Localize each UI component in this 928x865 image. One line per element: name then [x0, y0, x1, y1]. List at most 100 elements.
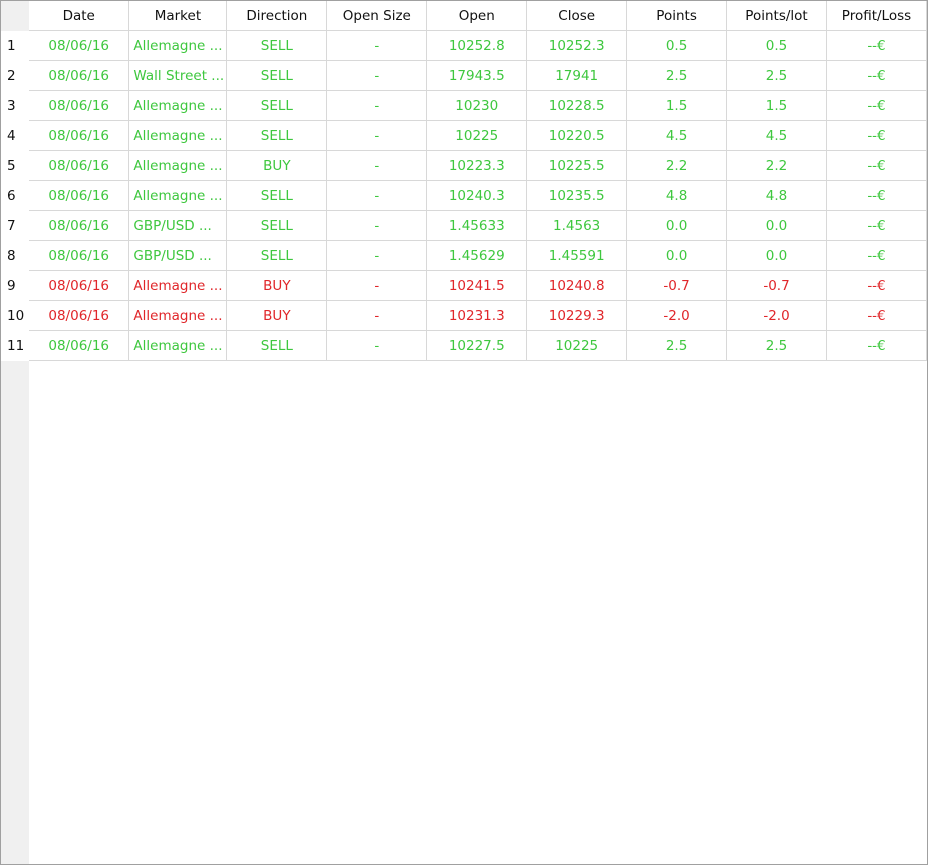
close-price-cell: 1.4563 — [526, 210, 628, 241]
market-cell: GBP/USD ... — [128, 240, 228, 271]
profit-loss-cell: --€ — [826, 120, 927, 151]
column-header-direction[interactable]: Direction — [226, 1, 328, 31]
row-number: 8 — [1, 240, 29, 271]
points-per-lot-cell: 0.5 — [726, 30, 827, 61]
direction-cell: SELL — [226, 210, 328, 241]
direction-cell: SELL — [226, 30, 328, 61]
direction-cell: BUY — [226, 270, 328, 301]
profit-loss-cell: --€ — [826, 150, 927, 181]
column-header-close[interactable]: Close — [526, 1, 628, 31]
table-row[interactable]: 9 08/06/16 Allemagne ... BUY -10241.5 10240.8… — [1, 270, 927, 301]
row-number: 3 — [1, 90, 29, 121]
points-cell: 0.0 — [626, 210, 728, 241]
points-per-lot-cell: 2.2 — [726, 150, 827, 181]
open-size-cell: - — [326, 240, 428, 271]
corner-cell — [1, 1, 29, 31]
market-cell: Allemagne ... — [128, 270, 228, 301]
table-row[interactable]: 6 08/06/16 Allemagne ... SELL -10240.3 10235.… — [1, 180, 927, 211]
market-cell: Allemagne ... — [128, 180, 228, 211]
table-row[interactable]: 10 08/06/16 Allemagne ... BUY -10231.3 10229.… — [1, 300, 927, 331]
row-number: 4 — [1, 120, 29, 151]
open-price-cell: 10227.5 — [426, 330, 528, 361]
close-price-cell: 10229.3 — [526, 300, 628, 331]
profit-loss-cell: --€ — [826, 30, 927, 61]
open-size-cell: - — [326, 180, 428, 211]
points-cell: 2.5 — [626, 330, 728, 361]
date-cell: 08/06/16 — [28, 150, 130, 181]
date-cell: 08/06/16 — [28, 210, 130, 241]
date-cell: 08/06/16 — [28, 90, 130, 121]
points-cell: -2.0 — [626, 300, 728, 331]
profit-loss-cell: --€ — [826, 240, 927, 271]
profit-loss-cell: --€ — [826, 270, 927, 301]
direction-cell: BUY — [226, 300, 328, 331]
points-cell: -0.7 — [626, 270, 728, 301]
table-row[interactable]: 7 08/06/16 GBP/USD ... SELL -1.45633 1.4563 0.… — [1, 210, 927, 241]
column-header-date[interactable]: Date — [28, 1, 130, 31]
column-header-market[interactable]: Market — [128, 1, 228, 31]
open-size-cell: - — [326, 270, 428, 301]
date-cell: 08/06/16 — [28, 180, 130, 211]
open-price-cell: 10230 — [426, 90, 528, 121]
open-size-cell: - — [326, 300, 428, 331]
points-per-lot-cell: 4.8 — [726, 180, 827, 211]
row-number: 5 — [1, 150, 29, 181]
market-cell: Allemagne ... — [128, 30, 228, 61]
close-price-cell: 10220.5 — [526, 120, 628, 151]
points-per-lot-cell: -0.7 — [726, 270, 827, 301]
close-price-cell: 10252.3 — [526, 30, 628, 61]
close-price-cell: 1.45591 — [526, 240, 628, 271]
row-number: 2 — [1, 60, 29, 91]
date-cell: 08/06/16 — [28, 60, 130, 91]
open-price-cell: 10231.3 — [426, 300, 528, 331]
close-price-cell: 10235.5 — [526, 180, 628, 211]
open-price-cell: 10240.3 — [426, 180, 528, 211]
open-size-cell: - — [326, 30, 428, 61]
points-per-lot-cell: 4.5 — [726, 120, 827, 151]
direction-cell: SELL — [226, 120, 328, 151]
market-cell: Wall Street ... — [128, 60, 228, 91]
open-size-cell: - — [326, 210, 428, 241]
table-row[interactable]: 1 08/06/16 Allemagne ... SELL -10252.8 10252.… — [1, 30, 927, 61]
points-per-lot-cell: -2.0 — [726, 300, 827, 331]
row-number: 1 — [1, 30, 29, 61]
open-price-cell: 17943.5 — [426, 60, 528, 91]
column-header-open-size[interactable]: Open Size — [326, 1, 428, 31]
close-price-cell: 10225 — [526, 330, 628, 361]
close-price-cell: 10228.5 — [526, 90, 628, 121]
table-row[interactable]: 8 08/06/16 GBP/USD ... SELL -1.45629 1.45591 0… — [1, 240, 927, 271]
close-price-cell: 10240.8 — [526, 270, 628, 301]
market-cell: Allemagne ... — [128, 300, 228, 331]
direction-cell: SELL — [226, 90, 328, 121]
direction-cell: SELL — [226, 60, 328, 91]
table-row[interactable]: 2 08/06/16 Wall Street ... SELL -17943.5 1794… — [1, 60, 927, 91]
date-cell: 08/06/16 — [28, 270, 130, 301]
market-cell: GBP/USD ... — [128, 210, 228, 241]
column-header-points[interactable]: Points — [626, 1, 728, 31]
column-header-profit-loss[interactable]: Profit/Loss — [826, 1, 927, 31]
date-cell: 08/06/16 — [28, 300, 130, 331]
date-cell: 08/06/16 — [28, 120, 130, 151]
open-size-cell: - — [326, 90, 428, 121]
profit-loss-cell: --€ — [826, 180, 927, 211]
table-row[interactable]: 5 08/06/16 Allemagne ... BUY -10223.3 10225.5… — [1, 150, 927, 181]
points-cell: 4.5 — [626, 120, 728, 151]
trades-table: Date Market Direction Open Size Open Clo… — [1, 1, 927, 361]
direction-cell: SELL — [226, 240, 328, 271]
row-number: 11 — [1, 330, 29, 361]
market-cell: Allemagne ... — [128, 120, 228, 151]
table-row[interactable]: 4 08/06/16 Allemagne ... SELL -10225 10220.5 4… — [1, 120, 927, 151]
open-price-cell: 10225 — [426, 120, 528, 151]
table-row[interactable]: 11 08/06/16 Allemagne ... SELL -10227.5 10225… — [1, 330, 927, 361]
open-size-cell: - — [326, 150, 428, 181]
points-per-lot-cell: 2.5 — [726, 60, 827, 91]
column-header-points-per-lot[interactable]: Points/lot — [726, 1, 827, 31]
points-cell: 0.5 — [626, 30, 728, 61]
column-header-open[interactable]: Open — [426, 1, 528, 31]
date-cell: 08/06/16 — [28, 30, 130, 61]
direction-cell: SELL — [226, 180, 328, 211]
profit-loss-cell: --€ — [826, 300, 927, 331]
market-cell: Allemagne ... — [128, 150, 228, 181]
points-cell: 2.2 — [626, 150, 728, 181]
table-row[interactable]: 3 08/06/16 Allemagne ... SELL -10230 10228.5 1… — [1, 90, 927, 121]
